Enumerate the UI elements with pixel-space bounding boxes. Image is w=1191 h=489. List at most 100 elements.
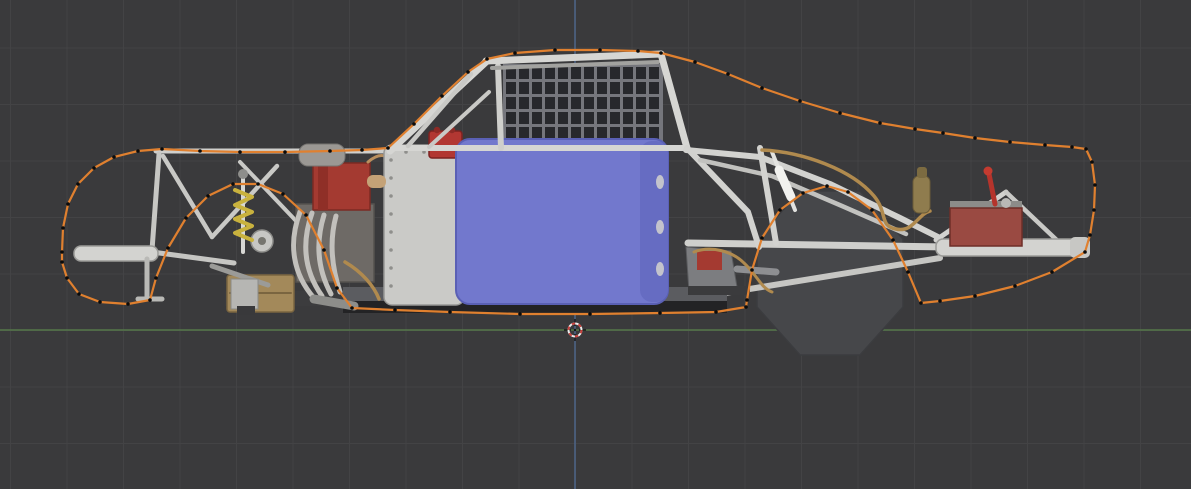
door-panel-blue-shade[interactable] (640, 141, 668, 302)
curve-control-point[interactable] (878, 121, 882, 125)
curve-control-point[interactable] (184, 216, 188, 220)
curve-control-point[interactable] (973, 136, 977, 140)
curve-control-point[interactable] (1013, 284, 1017, 288)
curve-control-point[interactable] (973, 294, 977, 298)
curve-control-point[interactable] (485, 57, 489, 61)
curve-control-point[interactable] (1092, 208, 1096, 212)
curve-control-point[interactable] (256, 182, 260, 186)
curve-control-point[interactable] (1093, 183, 1097, 187)
curve-control-point[interactable] (283, 150, 287, 154)
curve-control-point[interactable] (238, 150, 242, 154)
curve-control-point[interactable] (941, 131, 945, 135)
curve-control-point[interactable] (360, 148, 364, 152)
curve-control-point[interactable] (198, 149, 202, 153)
curve-control-point[interactable] (60, 260, 64, 264)
curve-control-point[interactable] (846, 190, 850, 194)
front-clip-diag-tube-1[interactable] (160, 153, 215, 240)
curve-control-point[interactable] (553, 48, 557, 52)
curve-control-point[interactable] (838, 111, 842, 115)
curve-control-point[interactable] (448, 310, 452, 314)
curve-control-point[interactable] (744, 305, 748, 309)
curve-control-point[interactable] (726, 72, 730, 76)
curve-control-point[interactable] (1083, 250, 1087, 254)
firewall-knob[interactable] (367, 175, 386, 188)
curve-control-point[interactable] (588, 312, 592, 316)
front-shock-mount[interactable] (238, 169, 248, 179)
curve-control-point[interactable] (1090, 160, 1094, 164)
curve-control-point[interactable] (913, 127, 917, 131)
curve-control-point[interactable] (328, 149, 332, 153)
curve-control-point[interactable] (891, 238, 895, 242)
curve-control-point[interactable] (693, 60, 697, 64)
curve-control-point[interactable] (919, 301, 923, 305)
curve-control-point[interactable] (750, 268, 754, 272)
curve-control-point[interactable] (322, 248, 326, 252)
fuel-cell[interactable] (949, 207, 1023, 247)
curve-control-point[interactable] (350, 306, 354, 310)
door-panel-hole-1[interactable] (656, 175, 664, 189)
curve-control-point[interactable] (598, 48, 602, 52)
curve-control-point[interactable] (906, 270, 910, 274)
curve-control-point[interactable] (760, 86, 764, 90)
curve-control-point[interactable] (760, 236, 764, 240)
spindle-foot[interactable] (237, 306, 255, 315)
curve-control-point[interactable] (659, 51, 663, 55)
curve-control-point[interactable] (1043, 143, 1047, 147)
curve-control-point[interactable] (206, 194, 210, 198)
curve-control-point[interactable] (825, 184, 829, 188)
curve-control-point[interactable] (658, 311, 662, 315)
valve-cover-stripe[interactable] (318, 163, 328, 210)
curve-control-point[interactable] (513, 51, 517, 55)
curve-control-point[interactable] (745, 298, 749, 302)
fuel-cell-cap[interactable] (1001, 198, 1011, 208)
front-clip-nose-tube[interactable] (149, 151, 162, 253)
curve-control-point[interactable] (518, 312, 522, 316)
curve-control-point[interactable] (938, 299, 942, 303)
curve-control-point[interactable] (65, 276, 69, 280)
curve-control-point[interactable] (304, 213, 308, 217)
crank-pulley-hub[interactable] (258, 237, 266, 245)
curve-control-point[interactable] (335, 286, 339, 290)
curve-control-point[interactable] (60, 250, 64, 254)
door-panel-hole-3[interactable] (656, 262, 664, 276)
curve-control-point[interactable] (76, 182, 80, 186)
curve-control-point[interactable] (160, 147, 164, 151)
curve-control-point[interactable] (281, 192, 285, 196)
blender-3d-viewport[interactable] (0, 0, 1191, 489)
curve-control-point[interactable] (136, 149, 140, 153)
curve-control-point[interactable] (1008, 140, 1012, 144)
curve-control-point[interactable] (61, 226, 65, 230)
cage-c-pillar[interactable] (657, 50, 691, 152)
rear-shock-body[interactable] (774, 165, 796, 202)
curve-control-point[interactable] (77, 292, 81, 296)
tail-shaft[interactable] (733, 265, 780, 276)
curve-control-point[interactable] (636, 49, 640, 53)
window-net[interactable] (503, 64, 663, 150)
curve-control-point[interactable] (126, 302, 130, 306)
door-panel-blue[interactable] (455, 138, 669, 305)
cage-roof-tube[interactable] (482, 50, 665, 65)
rear-frame-rail[interactable] (684, 239, 952, 251)
curve-control-point[interactable] (1070, 145, 1074, 149)
curve-control-point[interactable] (412, 122, 416, 126)
curve-control-point[interactable] (1050, 270, 1054, 274)
curve-control-point[interactable] (98, 300, 102, 304)
brass-bottle[interactable] (912, 175, 931, 214)
curve-control-point[interactable] (112, 155, 116, 159)
viewport-canvas[interactable] (0, 0, 1191, 489)
curve-control-point[interactable] (1088, 233, 1092, 237)
curve-control-point[interactable] (714, 310, 718, 314)
red-lever-knob[interactable] (983, 166, 993, 176)
cage-front-vertical[interactable] (495, 63, 504, 151)
red-lever[interactable] (986, 171, 998, 207)
curve-control-point[interactable] (92, 166, 96, 170)
curve-control-point[interactable] (798, 99, 802, 103)
curve-control-point[interactable] (154, 276, 158, 280)
spindle-bracket[interactable] (230, 278, 259, 310)
brass-bottle-cap[interactable] (917, 167, 927, 178)
curve-control-point[interactable] (1084, 147, 1088, 151)
curve-control-point[interactable] (166, 246, 170, 250)
firewall-panel[interactable] (383, 144, 465, 306)
curve-control-point[interactable] (466, 70, 470, 74)
curve-control-point[interactable] (870, 208, 874, 212)
